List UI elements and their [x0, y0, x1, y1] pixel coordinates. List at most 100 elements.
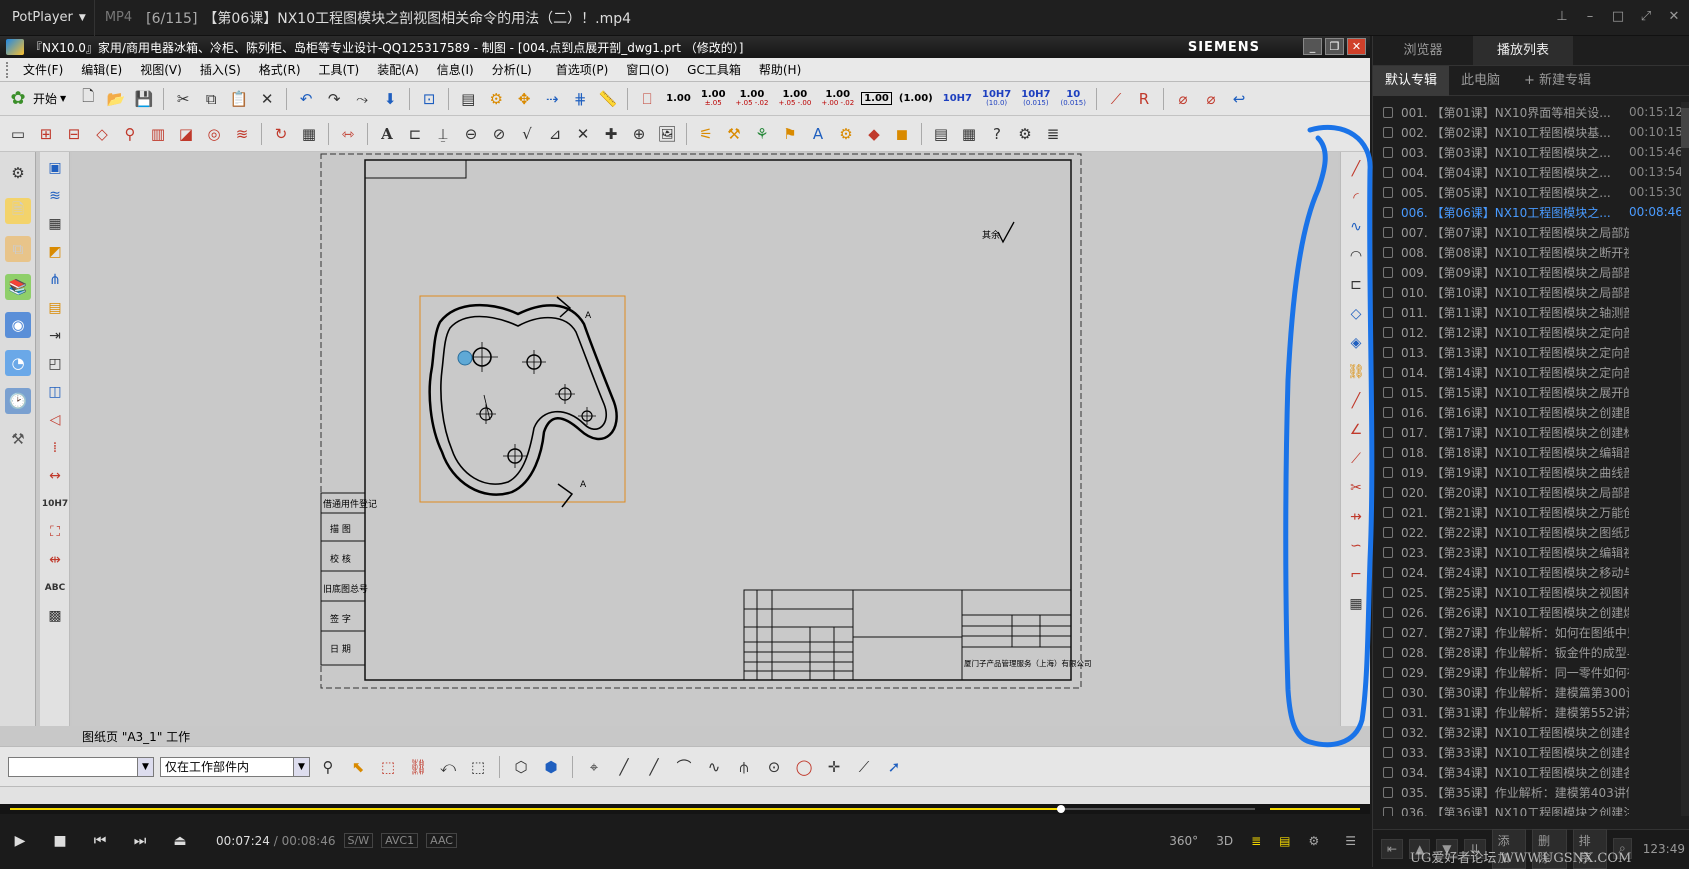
playlist-item[interactable]: 018. 【第18课】NX10工程图模块之编辑剖视... [1373, 442, 1689, 462]
playlist-item[interactable]: 002. 【第02课】NX10工程图模块基... 00:10:15 [1373, 122, 1689, 142]
tolerance-bilateral[interactable]: 1.00 +.05 -.02 [733, 89, 772, 108]
repeat-command-icon[interactable]: ⤳ [350, 87, 374, 111]
update-view-icon[interactable]: ↻ [269, 122, 293, 146]
nx-restore-button[interactable]: ❐ [1325, 38, 1344, 55]
playlist-item[interactable]: 012. 【第12课】NX10工程图模块之定向剖命... [1373, 322, 1689, 342]
datum-feature-icon[interactable]: ⍊ [431, 122, 455, 146]
settings-gear-icon[interactable]: ⚙ [5, 160, 31, 186]
tab-default-album[interactable]: 默认专辑 [1373, 65, 1450, 96]
toolbar-grip[interactable] [6, 61, 10, 78]
playlist-item[interactable]: 010. 【第10课】NX10工程图模块之局部剖命... [1373, 282, 1689, 302]
assembly-navigator-icon[interactable]: 🗎 [5, 198, 31, 224]
menu-icon[interactable]: ☰ [1345, 834, 1356, 848]
nx-minimize-button[interactable]: _ [1303, 38, 1322, 55]
menu-analysis[interactable]: 分析(L) [483, 61, 541, 78]
pan-icon[interactable]: ✥ [512, 87, 536, 111]
snap-midpoint-icon[interactable]: ╱ [612, 755, 636, 779]
playlist-item[interactable]: 017. 【第17课】NX10工程图模块之创建标准... [1373, 422, 1689, 442]
snap-quadrant-icon[interactable]: ◯ [792, 755, 816, 779]
annotation-icon[interactable]: ⚙ [834, 122, 858, 146]
radial-dim-icon[interactable]: R [1132, 87, 1156, 111]
select-chain-icon[interactable]: ⛓ [406, 755, 430, 779]
nx-close-button[interactable]: ✕ [1347, 38, 1366, 55]
arc-tool-icon[interactable]: ◜ [1344, 186, 1368, 210]
redo-icon[interactable]: ↷ [322, 87, 346, 111]
diameter-icon[interactable]: ⌀ [1171, 87, 1195, 111]
trim-icon[interactable]: ✂ [1344, 476, 1368, 500]
ordinate-dim-icon[interactable]: ⇹ [43, 548, 67, 572]
datum-plane-icon[interactable]: ◈ [1344, 331, 1368, 355]
subtitle-icon[interactable]: ▤ [1279, 834, 1290, 848]
broken-view-icon[interactable]: ≋ [230, 122, 254, 146]
snap-point-icon[interactable]: ✛ [822, 755, 846, 779]
tab-browser[interactable]: 浏览器 [1373, 36, 1473, 65]
drafting-view-icon[interactable]: ⎕ [635, 87, 659, 111]
select-feature-icon[interactable]: ⬉ [346, 755, 370, 779]
text-dim-icon[interactable]: ABC [43, 576, 67, 600]
stop-icon[interactable]: ■ [40, 833, 80, 849]
seek-bar[interactable] [0, 804, 1370, 814]
dimension-icon[interactable]: ⇿ [336, 122, 360, 146]
open-folder-icon[interactable]: 📂 [104, 87, 128, 111]
playlist-item[interactable]: 036. 【第36课】NX10工程图模块之创建注程... [1373, 802, 1689, 816]
tag-audio-codec[interactable]: AAC [426, 833, 457, 848]
image-icon[interactable]: 🖼 [655, 122, 679, 146]
tolerance-none[interactable]: 1.00 [663, 94, 694, 104]
layers-icon[interactable]: ≋ [43, 184, 67, 208]
chain-icon[interactable]: ⛓ [1344, 360, 1368, 384]
selection-filter-icon[interactable]: ⬇ [378, 87, 402, 111]
playlist-toggle-icon[interactable]: ≣ [1251, 834, 1261, 848]
menu-edit[interactable]: 编辑(E) [72, 61, 131, 78]
maximize-button[interactable]: □ [1609, 8, 1627, 26]
assembly-icon[interactable]: ⚙ [1013, 122, 1037, 146]
note-icon[interactable]: A [375, 122, 399, 146]
spline-icon[interactable]: ∿ [1344, 215, 1368, 239]
frame-icon[interactable]: ◰ [43, 352, 67, 376]
curve-icon[interactable]: ∽ [1344, 534, 1368, 558]
fit-limit-3[interactable]: 10H7 (0.015) [1018, 89, 1053, 108]
playlist-item[interactable]: 016. 【第16课】NX10工程图模块之创建图纸... [1373, 402, 1689, 422]
paste-icon[interactable]: 📋 [227, 87, 251, 111]
select-rectangle-icon[interactable]: ⬚ [376, 755, 400, 779]
bisector-icon[interactable]: ⟋ [1344, 447, 1368, 471]
clock-icon[interactable]: 🕑 [5, 388, 31, 414]
save-icon[interactable]: 💾 [132, 87, 156, 111]
snap-endpoint-icon[interactable]: ⌖ [582, 755, 606, 779]
fit-limit-4[interactable]: 10 (0.015) [1057, 89, 1089, 108]
target-point-icon[interactable]: ⊘ [487, 122, 511, 146]
playlist-item[interactable]: 026. 【第26课】NX10工程图模块之创建爆炸... [1373, 602, 1689, 622]
plane-icon[interactable]: ◇ [1344, 302, 1368, 326]
tolerance-unilateral-up[interactable]: 1.00 +.05 -.00 [775, 89, 814, 108]
table-icon[interactable]: ▦ [43, 212, 67, 236]
playlist-item[interactable]: 011. 【第11课】NX10工程图模块之轴测剖与... [1373, 302, 1689, 322]
playlist-item[interactable]: 028. 【第28课】作业解析：钣金件的成型与... [1373, 642, 1689, 662]
playlist-item[interactable]: 014. 【第14课】NX10工程图模块之定向剖命... [1373, 362, 1689, 382]
hole-diameter-icon[interactable]: ⌀ [1199, 87, 1223, 111]
reuse-library-icon[interactable]: 📚 [5, 274, 31, 300]
type-filter-dropdown[interactable]: ▼ [8, 756, 154, 777]
playlist-item[interactable]: 029. 【第29课】作业解析：同一零件如何在... [1373, 662, 1689, 682]
filter-icon[interactable]: ⚲ [316, 755, 340, 779]
fit-limit-2[interactable]: 10H7 (10.0) [979, 89, 1014, 108]
playlist-item[interactable]: 024. 【第24课】NX10工程图模块之移动与复... [1373, 562, 1689, 582]
window-icon[interactable]: ◫ [43, 380, 67, 404]
playlist-item[interactable]: 027. 【第27课】作业解析：如何在图纸中只... [1373, 622, 1689, 642]
menu-window[interactable]: 窗口(O) [617, 61, 678, 78]
history-icon[interactable]: ◔ [5, 350, 31, 376]
angular-dim-icon[interactable]: ⟋ [1104, 87, 1128, 111]
tag-sw[interactable]: S/W [343, 833, 374, 848]
playlist-item[interactable]: 020. 【第20课】NX10工程图模块之局部剖切... [1373, 482, 1689, 502]
section-arrow-bottom[interactable] [557, 483, 574, 508]
playlist-scrollbar[interactable] [1681, 102, 1689, 816]
delete-icon[interactable]: ✕ [255, 87, 279, 111]
copy-icon[interactable]: ⧉ [199, 87, 223, 111]
menu-preferences[interactable]: 首选项(P) [547, 61, 618, 78]
angle-line-icon[interactable]: ∠ [1344, 418, 1368, 442]
base-view-icon[interactable]: ⊞ [34, 122, 58, 146]
parts-list-icon[interactable]: ▤ [929, 122, 953, 146]
playlist-item[interactable]: 035. 【第35课】作业解析：建模第403讲例子... [1373, 782, 1689, 802]
eject-icon[interactable]: ⏏ [160, 833, 200, 849]
3d-button[interactable]: 3D [1216, 834, 1233, 848]
shaded-view-icon[interactable]: ◆ [862, 122, 886, 146]
play-icon[interactable]: ▶ [0, 833, 40, 849]
